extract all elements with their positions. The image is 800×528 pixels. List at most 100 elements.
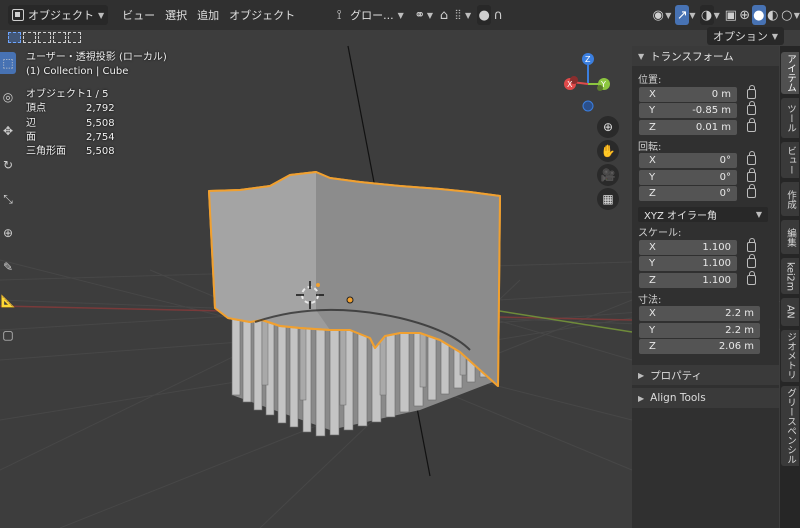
select-extend-icon[interactable] bbox=[23, 31, 36, 43]
transform-tool-icon[interactable]: ⊕ bbox=[0, 222, 16, 244]
orientation-label: グロー... bbox=[350, 9, 394, 22]
stat-value: 2,792 bbox=[86, 103, 115, 115]
camera-view-icon[interactable]: 🎥 bbox=[597, 164, 619, 186]
dimensions-x-field[interactable]: X 2.2 m bbox=[639, 306, 760, 321]
scale-label: スケール: bbox=[638, 228, 682, 239]
transform-panel-header[interactable]: ▼ トランスフォーム bbox=[632, 46, 779, 66]
axis-label: Y bbox=[649, 324, 656, 336]
select-subtract-icon[interactable] bbox=[38, 31, 51, 43]
falloff-curve-icon[interactable]: ∩ bbox=[491, 5, 505, 25]
rotation-mode-select[interactable]: XYZ オイラー角 ▼ bbox=[638, 207, 768, 222]
rotation-y-row: Y 0° bbox=[632, 167, 779, 186]
scale-tool-icon[interactable]: ⤡ bbox=[0, 188, 16, 210]
tab-an[interactable]: AN bbox=[781, 298, 799, 326]
select-invert-icon[interactable] bbox=[53, 31, 66, 43]
chevron-down-icon: ▼ bbox=[426, 10, 433, 20]
select-new-icon[interactable] bbox=[8, 31, 21, 43]
material-shading-icon[interactable]: ◐ bbox=[766, 5, 780, 25]
lock-icon[interactable] bbox=[747, 254, 756, 268]
field-value: 0° bbox=[719, 188, 731, 199]
scene-statistics: オブジェクト 1 / 5 頂点 2,792 辺 5,508 面 2,754 三角形面 5,… bbox=[26, 88, 115, 159]
tab-view[interactable]: ビュー bbox=[781, 142, 799, 178]
select-box-tool-icon[interactable]: ⬚ bbox=[0, 52, 16, 74]
tab-create[interactable]: 作成 bbox=[781, 182, 799, 216]
visibility-eye-icon[interactable]: ◉ bbox=[651, 5, 665, 25]
zoom-icon[interactable]: ⊕ bbox=[597, 116, 619, 138]
rotation-z-field[interactable]: Z 0° bbox=[639, 186, 737, 201]
measure-tool-icon[interactable]: 📐 bbox=[0, 290, 16, 312]
tab-grease-pencil[interactable]: グリースペンシル bbox=[781, 386, 799, 466]
snap-icon[interactable]: ⌂ bbox=[437, 5, 451, 25]
chevron-down-icon: ▼ bbox=[665, 10, 672, 20]
menu-object[interactable]: オブジェクト bbox=[224, 5, 300, 25]
solid-shading-icon[interactable]: ● bbox=[751, 5, 766, 25]
transform-header-label: トランスフォーム bbox=[650, 50, 734, 63]
field-value: 1.100 bbox=[702, 241, 731, 253]
wireframe-shading-icon[interactable]: ⊕ bbox=[738, 5, 752, 25]
rotation-x-field[interactable]: X 0° bbox=[639, 153, 737, 168]
cursor-tool-icon[interactable]: ◎ bbox=[0, 86, 16, 108]
menu-view[interactable]: ビュー bbox=[117, 5, 160, 25]
move-tool-icon[interactable]: ✥ bbox=[0, 120, 16, 142]
gizmo-toggle-icon[interactable]: ↗ bbox=[675, 5, 690, 25]
xray-toggle-icon[interactable]: ▣ bbox=[724, 5, 738, 25]
mode-label: オブジェクト bbox=[28, 9, 94, 22]
stat-key: オブジェクト bbox=[26, 89, 86, 100]
rotation-mode-label: XYZ オイラー角 bbox=[644, 211, 717, 222]
menu-add[interactable]: 追加 bbox=[192, 5, 224, 25]
field-value: 0° bbox=[719, 171, 731, 183]
stat-value: 5,508 bbox=[86, 117, 115, 129]
gizmo-y-label: Y bbox=[600, 80, 606, 89]
viewport-header: オブジェクト ▼ ビュー 選択 追加 オブジェクト ⟟ グロー... ▼ ⚭ ▼… bbox=[0, 0, 800, 30]
chevron-down-icon: ▼ bbox=[793, 10, 800, 20]
dimensions-y-field[interactable]: Y 2.2 m bbox=[639, 322, 760, 338]
add-cube-tool-icon[interactable]: ▢ bbox=[0, 324, 16, 346]
snap-increment-icon[interactable]: ⦙⦙ bbox=[451, 5, 465, 25]
menu-select[interactable]: 選択 bbox=[160, 5, 192, 25]
location-z-field[interactable]: Z 0.01 m bbox=[639, 119, 737, 135]
tab-item[interactable]: アイテム bbox=[781, 52, 799, 94]
field-value: 0° bbox=[719, 155, 731, 166]
tab-geometry[interactable]: ジオメトリ bbox=[781, 330, 799, 382]
lock-icon[interactable] bbox=[747, 151, 756, 165]
lock-icon[interactable] bbox=[747, 167, 756, 182]
transform-orientation-selector[interactable]: ⟟ グロー... ▼ bbox=[327, 5, 409, 25]
scale-x-field[interactable]: X 1.100 bbox=[639, 239, 737, 255]
tab-tool[interactable]: ツール bbox=[781, 98, 799, 138]
rotate-tool-icon[interactable]: ↻ bbox=[0, 154, 16, 176]
lock-icon[interactable] bbox=[747, 184, 756, 198]
annotate-tool-icon[interactable]: ✎ bbox=[0, 256, 16, 278]
chevron-right-icon: ▶ bbox=[638, 370, 645, 380]
gizmo-x-label: X bbox=[567, 80, 573, 89]
stat-value: 5,508 bbox=[86, 146, 115, 158]
location-y-field[interactable]: Y -0.85 m bbox=[639, 103, 737, 118]
lock-icon[interactable] bbox=[747, 117, 756, 132]
select-intersect-icon[interactable] bbox=[68, 31, 81, 43]
location-x-field[interactable]: X 0 m bbox=[639, 86, 737, 102]
lock-icon[interactable] bbox=[747, 270, 756, 285]
axis-label: X bbox=[649, 155, 656, 166]
ortho-grid-icon[interactable]: ▦ bbox=[597, 188, 619, 210]
proportional-editing-icon[interactable]: ● bbox=[477, 5, 492, 25]
dimensions-z-field[interactable]: Z 2.06 m bbox=[639, 339, 760, 354]
location-y-row: Y -0.85 m bbox=[632, 101, 779, 119]
rotation-y-field[interactable]: Y 0° bbox=[639, 169, 737, 185]
rendered-shading-icon[interactable]: ○ bbox=[780, 5, 794, 25]
dimensions-x-row: X 2.2 m bbox=[632, 306, 779, 322]
mode-selector[interactable]: オブジェクト ▼ bbox=[8, 5, 109, 25]
tab-kei2m[interactable]: kei2m bbox=[781, 258, 799, 294]
lock-icon[interactable] bbox=[747, 84, 756, 99]
align-tools-panel-header[interactable]: ▶ Align Tools bbox=[632, 388, 779, 408]
pan-hand-icon[interactable]: ✋ bbox=[597, 140, 619, 162]
scale-y-field[interactable]: Y 1.100 bbox=[639, 256, 737, 271]
scale-z-field[interactable]: Z 1.100 bbox=[639, 272, 737, 288]
field-value: 2.2 m bbox=[725, 308, 754, 319]
properties-panel-header[interactable]: ▶ プロパティ bbox=[632, 365, 779, 385]
overlay-toggle-icon[interactable]: ◑ bbox=[699, 5, 714, 25]
tab-edit[interactable]: 編集 bbox=[781, 220, 799, 254]
origin-marker-dot bbox=[316, 283, 320, 287]
lock-icon[interactable] bbox=[747, 237, 756, 252]
options-dropdown[interactable]: オプション ▼ bbox=[706, 27, 784, 45]
lock-icon[interactable] bbox=[747, 101, 756, 115]
pivot-point-icon[interactable]: ⚭ bbox=[413, 5, 427, 25]
